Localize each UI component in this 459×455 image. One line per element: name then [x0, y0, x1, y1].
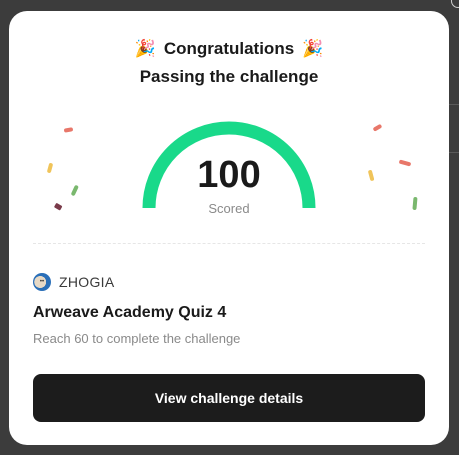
modal-title: Congratulations	[163, 39, 295, 58]
party-popper-icon: 🎉	[302, 39, 324, 58]
score-label: Scored	[208, 201, 250, 216]
confetti-piece	[373, 124, 382, 131]
backdrop-divider-bottom	[449, 152, 459, 153]
organizer: •• ZHOGIA	[33, 273, 114, 291]
organizer-name: ZHOGIA	[59, 274, 115, 290]
backdrop-divider-top	[449, 104, 459, 105]
backdrop-circle-icon	[451, 0, 459, 8]
challenge-name: Arweave Academy Quiz 4	[33, 304, 227, 321]
party-popper-icon: 🎉	[134, 39, 156, 58]
congratulations-heading: 🎉 Congratulations 🎉	[9, 38, 449, 60]
score-value: 100	[197, 154, 261, 196]
modal-subtitle: Passing the challenge	[139, 67, 319, 86]
section-divider	[33, 243, 425, 244]
view-challenge-details-button[interactable]: View challenge details	[33, 374, 425, 422]
organizer-avatar: ••	[33, 273, 51, 291]
challenge-result-modal: 🎉 Congratulations 🎉 Passing the challeng…	[9, 11, 449, 445]
challenge-requirement: Reach 60 to complete the challenge	[33, 331, 241, 346]
confetti-piece	[64, 127, 73, 133]
